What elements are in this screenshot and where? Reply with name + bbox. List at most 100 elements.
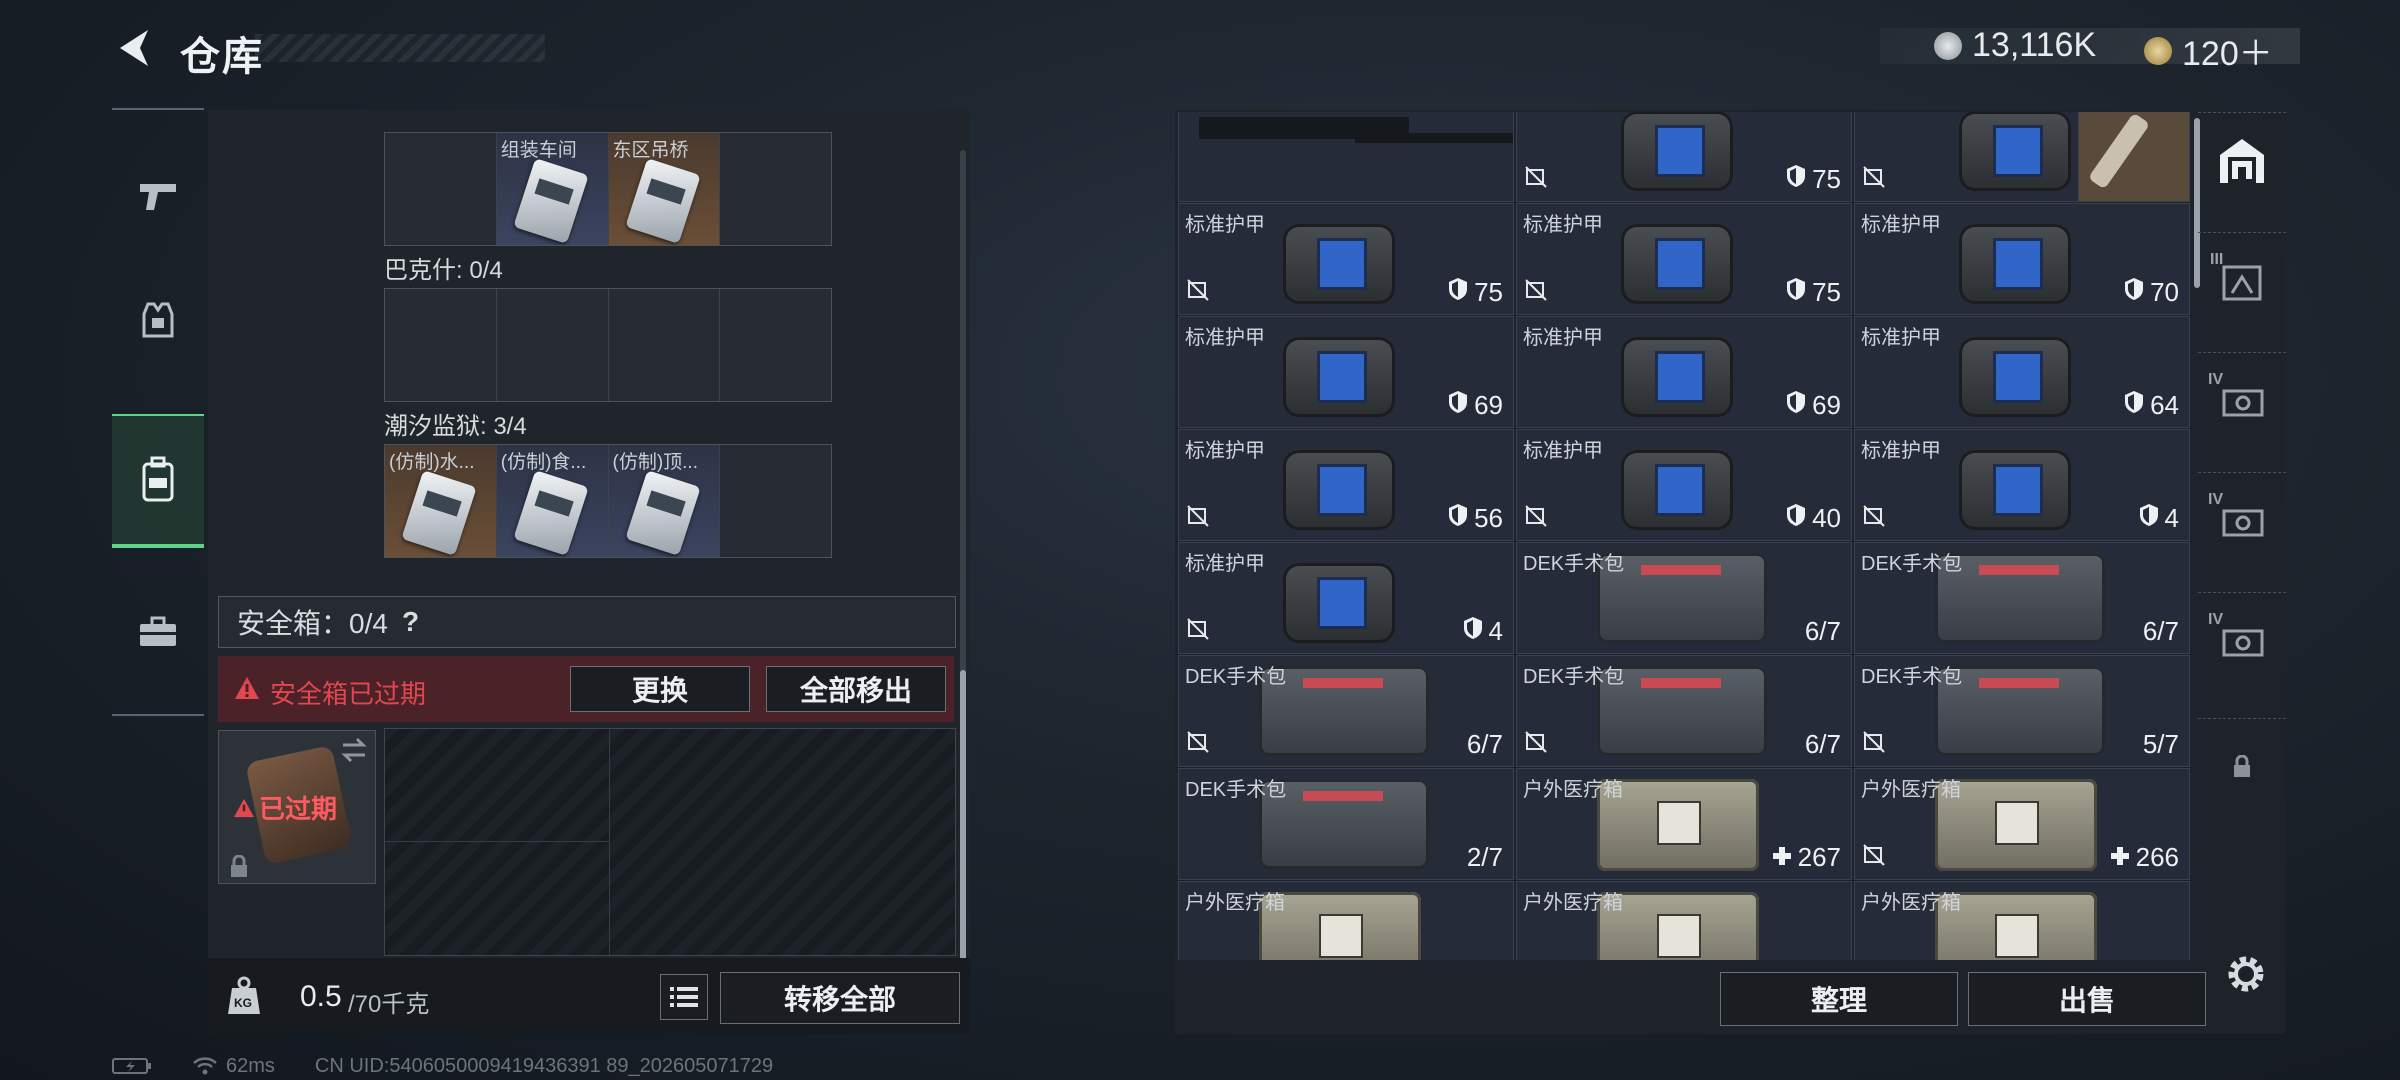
expired-banner: 安全箱已过期 更换 全部移出	[218, 656, 954, 722]
sell-button[interactable]: 出售	[1968, 972, 2206, 1026]
item-value: 64	[2124, 390, 2179, 421]
item-value-text: 75	[1812, 164, 1841, 194]
inventory-item[interactable]: DEK手术包 6/7	[1516, 542, 1852, 654]
inventory-item[interactable]: 户外医疗箱 267	[1516, 768, 1852, 880]
sidebar-item-case-4a[interactable]: IV	[2198, 352, 2286, 449]
item-value-text: 6/7	[1804, 616, 1841, 646]
keycard-icon	[512, 158, 589, 244]
nav-case[interactable]	[112, 586, 204, 678]
inventory-item[interactable]: 标准护甲 64	[1854, 316, 2190, 428]
replace-button[interactable]: 更换	[570, 666, 750, 712]
tier-4-case-icon	[2222, 389, 2264, 417]
inventory-item[interactable]: 户外医疗箱 266	[1854, 768, 2190, 880]
sidebar-item-case-4c[interactable]: IV	[2198, 592, 2286, 689]
container-slot[interactable]	[385, 289, 497, 401]
sidebar-item-stash[interactable]	[2198, 112, 2286, 209]
inventory-item[interactable]: DEK手术包 6/7	[1516, 655, 1852, 767]
help-icon[interactable]: ?	[402, 606, 419, 638]
sidebar-item-case-4b[interactable]: IV	[2198, 472, 2286, 569]
inventory-item[interactable]: 标准护甲 69	[1178, 316, 1514, 428]
safe-box-grid[interactable]	[384, 728, 956, 956]
swap-icon[interactable]	[339, 737, 369, 763]
item-name: 标准护甲	[1523, 327, 1603, 349]
inventory-item[interactable]: DEK手术包 5/7	[1854, 655, 2190, 767]
nav-weapons[interactable]	[112, 150, 204, 242]
container-grid-3: (仿制)水... (仿制)食... (仿制)顶...	[384, 444, 832, 558]
item-name: 标准护甲	[1861, 327, 1941, 349]
transfer-all-button[interactable]: 转移全部	[720, 972, 960, 1024]
nav-backpack[interactable]	[112, 414, 204, 548]
item-value-text: 69	[1812, 390, 1841, 420]
item-value: 6/7	[1805, 729, 1841, 760]
weight-icon-text: KG	[234, 996, 252, 1010]
item-value: 75	[1448, 277, 1503, 308]
bottom-bar: KG 0.5 /70千克 转移全部	[208, 958, 970, 1034]
container-slot[interactable]: (仿制)顶...	[608, 445, 721, 557]
inventory-item[interactable]	[1178, 112, 1514, 202]
back-button[interactable]	[110, 22, 158, 74]
container-slot[interactable]	[720, 445, 831, 557]
container-slot[interactable]: (仿制)食...	[496, 445, 609, 557]
shield-icon	[1786, 277, 1806, 308]
safe-box-slot[interactable]: 已过期	[218, 730, 376, 884]
inventory-item[interactable]: 标准护甲 70	[1854, 203, 2190, 315]
inventory-item[interactable]: 75	[1516, 112, 1852, 202]
armor-icon	[1959, 450, 2071, 530]
container-slot[interactable]	[720, 133, 831, 245]
inventory-item[interactable]: 标准护甲 75	[1178, 203, 1514, 315]
inventory-item[interactable]: 标准护甲 4	[1854, 429, 2190, 541]
item-name: DEK手术包	[1523, 553, 1625, 575]
armor-icon	[1621, 450, 1733, 530]
list-view-button[interactable]	[660, 974, 708, 1020]
inventory-item[interactable]: DEK手术包 2/7	[1178, 768, 1514, 880]
container-slot[interactable]	[385, 133, 497, 245]
silver-coin-icon	[1934, 31, 1962, 60]
inventory-item[interactable]: 标准护甲 4	[1178, 542, 1514, 654]
inventory-item[interactable]: 标准护甲 56	[1178, 429, 1514, 541]
inventory-item[interactable]: 标准护甲 75	[1516, 203, 1852, 315]
inventory-item[interactable]	[2078, 112, 2190, 202]
inventory-item[interactable]: 标准护甲 40	[1516, 429, 1852, 541]
container-slot[interactable]	[720, 289, 831, 401]
organize-button[interactable]: 整理	[1720, 972, 1958, 1026]
expired-warning: 安全箱已过期	[270, 679, 427, 709]
settings-button[interactable]	[2222, 950, 2272, 1000]
sidebar-item-case-3[interactable]: III	[2198, 232, 2286, 329]
item-name: 标准护甲	[1185, 440, 1265, 462]
shield-icon	[2124, 277, 2144, 308]
gold-currency[interactable]: 120＋	[2144, 26, 2273, 75]
container-label: 潮汐监狱: 3/4	[384, 413, 527, 440]
nav-armor[interactable]	[112, 274, 204, 366]
inventory-item[interactable]: DEK手术包 6/7	[1854, 542, 2190, 654]
inventory-item[interactable]: 户外医疗箱	[1178, 881, 1514, 960]
item-value: 267	[1772, 842, 1841, 873]
item-name: 标准护甲	[1861, 214, 1941, 236]
item-value-text: 64	[2150, 390, 2179, 420]
container-slot[interactable]: 组装车间	[496, 133, 609, 245]
item-name: (仿制)顶...	[612, 452, 699, 473]
container-slot[interactable]: (仿制)水...	[385, 445, 497, 557]
move-all-out-button[interactable]: 全部移出	[766, 666, 946, 712]
briefcase-icon	[140, 616, 176, 646]
inventory-item[interactable]: DEK手术包 6/7	[1178, 655, 1514, 767]
item-name: 标准护甲	[1185, 214, 1265, 236]
item-name: 户外医疗箱	[1523, 779, 1623, 801]
keycard-icon	[624, 158, 701, 244]
ping-text: 62ms	[226, 1054, 275, 1077]
no-drop-icon	[1187, 279, 1209, 306]
item-value-text: 70	[2150, 277, 2179, 307]
container-slot[interactable]	[609, 289, 721, 401]
inventory-item[interactable]: 标准护甲 69	[1516, 316, 1852, 428]
item-value-text: 40	[1812, 503, 1841, 533]
inventory-item[interactable]: 户外医疗箱	[1516, 881, 1852, 960]
shield-icon	[1786, 164, 1806, 195]
container-slot[interactable]	[497, 289, 609, 401]
shield-icon	[2124, 390, 2144, 421]
inventory-item[interactable]: 户外医疗箱	[1854, 881, 2190, 960]
item-value: 6/7	[1805, 616, 1841, 647]
item-value-text: 6/7	[2142, 616, 2179, 646]
left-scrollbar[interactable]	[960, 670, 966, 970]
container-slot[interactable]: 东区吊桥	[608, 133, 721, 245]
no-drop-icon	[1187, 505, 1209, 532]
plus-icon	[2110, 842, 2130, 873]
